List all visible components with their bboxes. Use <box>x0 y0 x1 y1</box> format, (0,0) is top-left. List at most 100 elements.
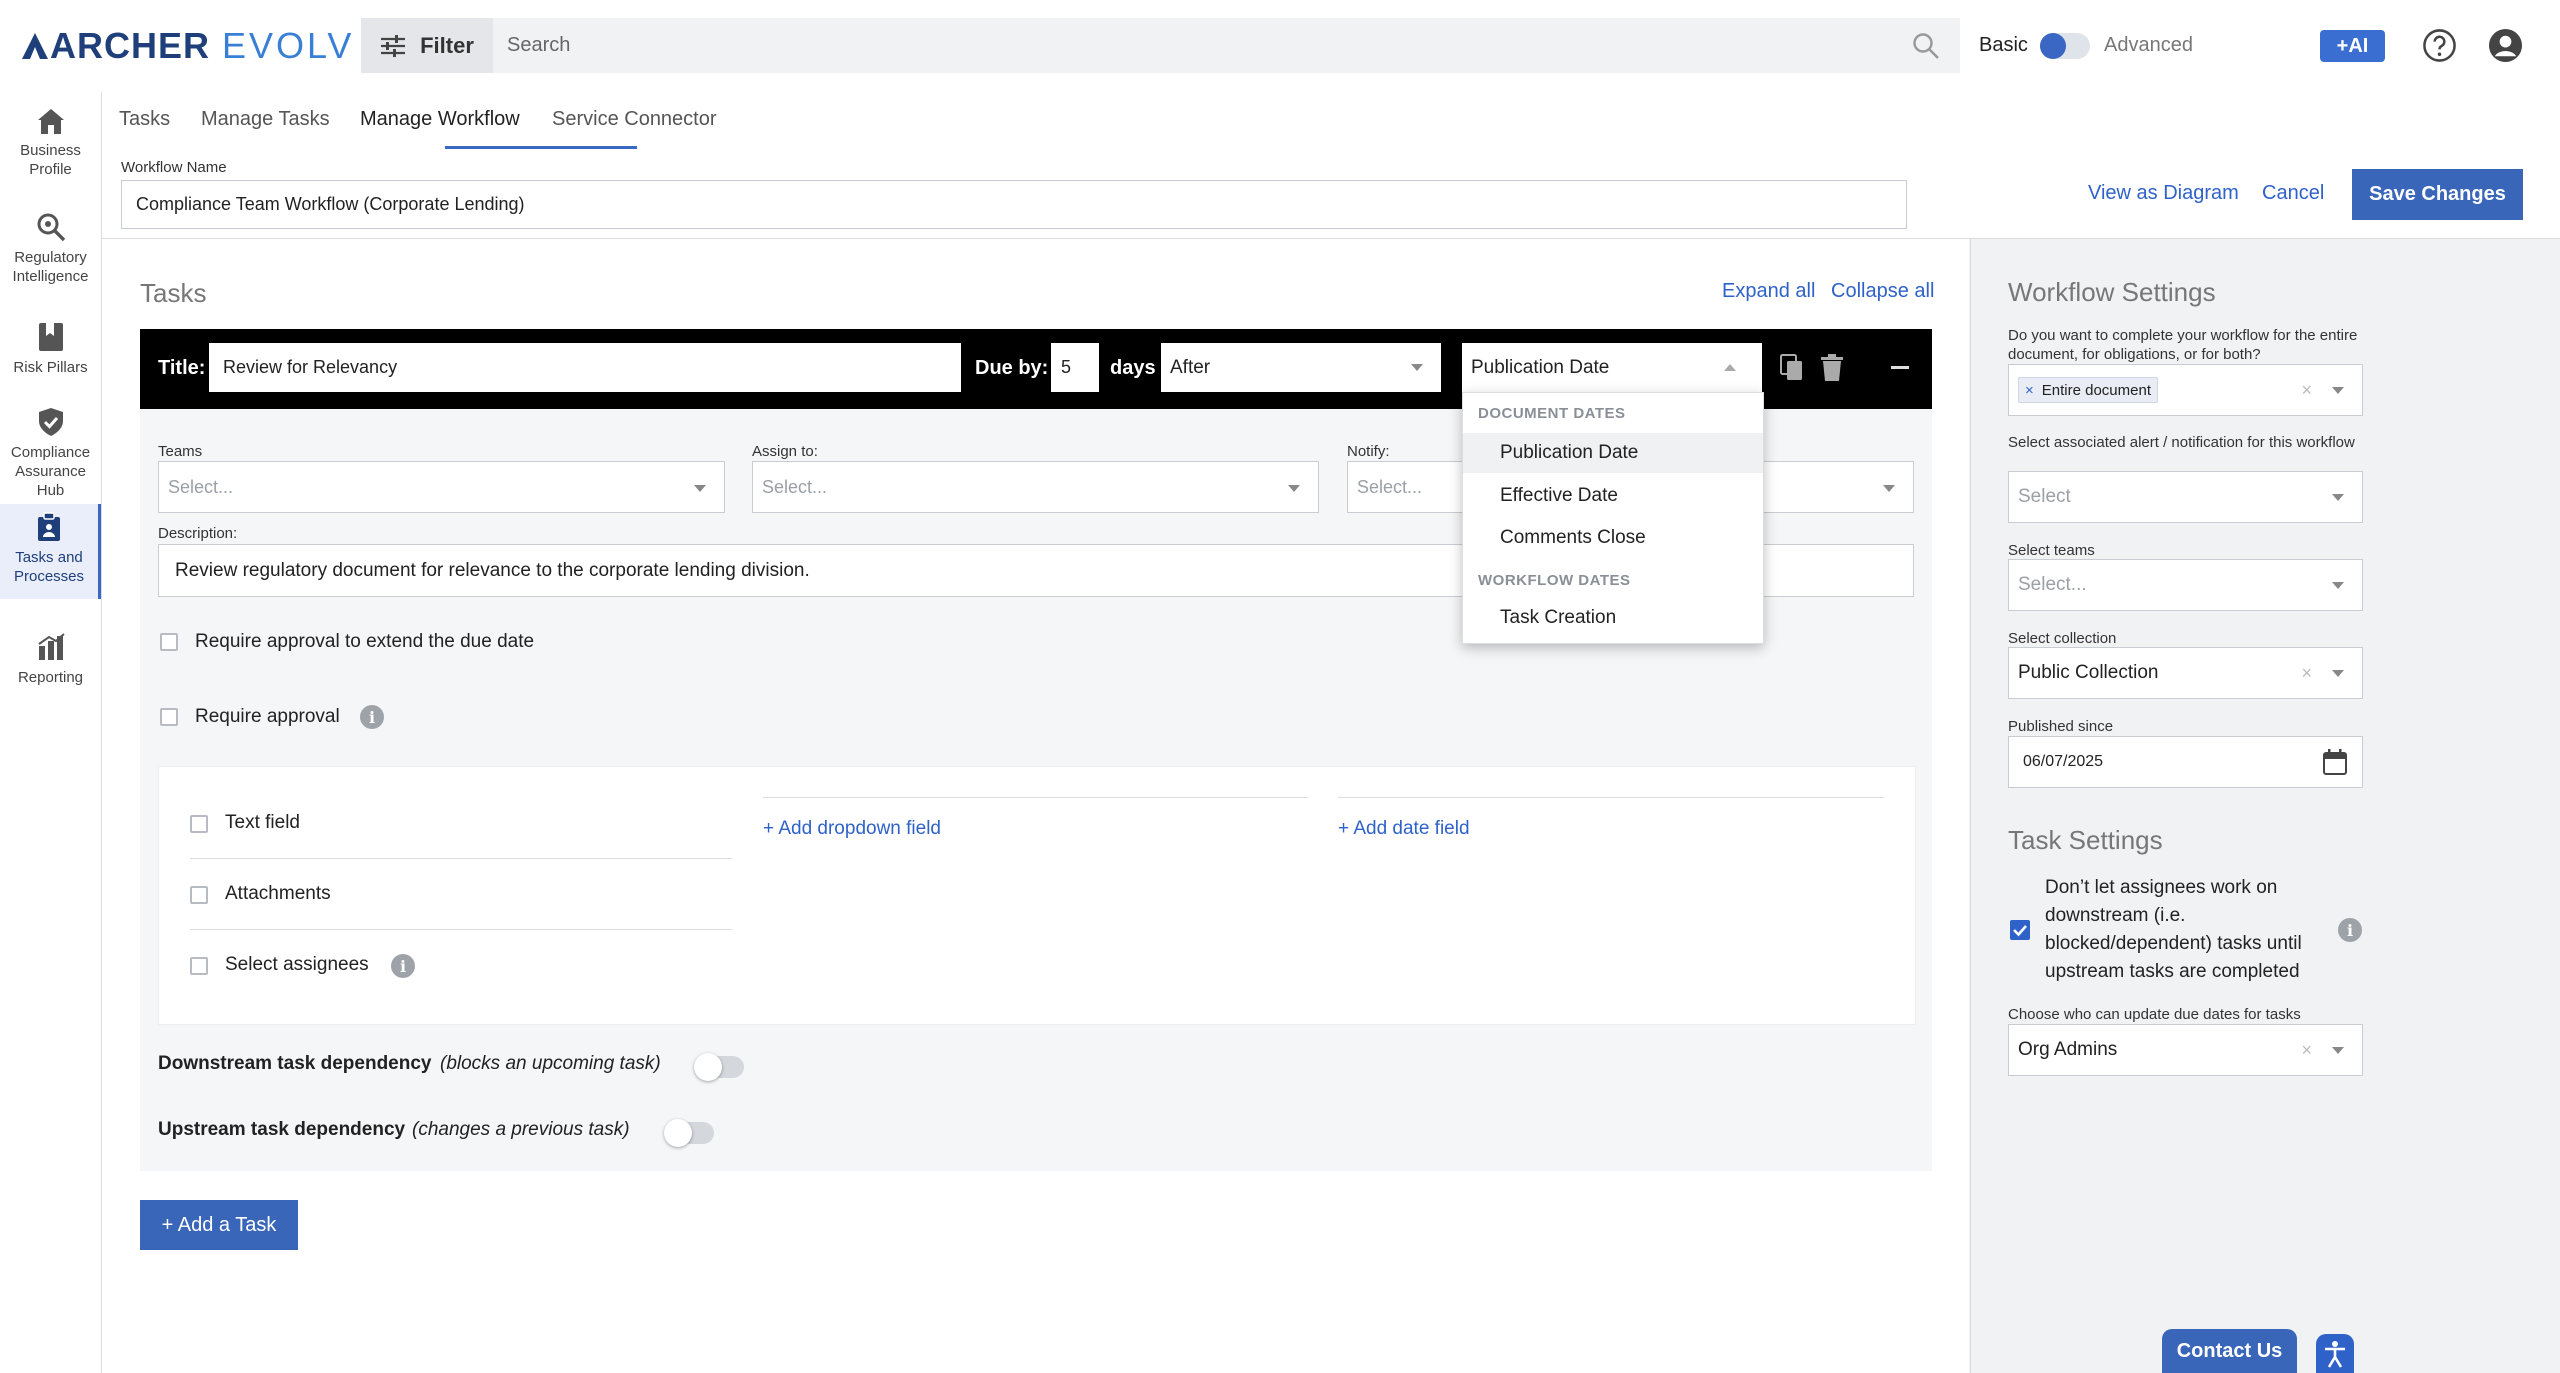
clear-icon[interactable]: × <box>2301 663 2312 684</box>
task-title-input[interactable]: Review for Relevancy <box>209 343 961 392</box>
add-task-button[interactable]: + Add a Task <box>140 1200 298 1250</box>
require-extend-label: Require approval to extend the due date <box>195 631 535 652</box>
after-before-value: After <box>1170 356 1211 378</box>
after-before-select[interactable]: After <box>1161 343 1441 392</box>
ai-label: +AI <box>2336 34 2369 57</box>
mode-toggle[interactable] <box>2040 33 2090 59</box>
info-icon[interactable]: i <box>391 954 415 978</box>
menu-item-task-creation[interactable]: Task Creation <box>1463 598 1763 638</box>
nav-label: Intelligence <box>12 268 89 285</box>
logo-mark-icon <box>22 33 48 59</box>
tab-manage-tasks[interactable]: Manage Tasks <box>201 108 330 131</box>
contact-us-label: Contact Us <box>2176 1339 2283 1362</box>
clear-icon[interactable]: × <box>2301 380 2312 401</box>
contact-us-button[interactable]: Contact Us <box>2162 1329 2297 1373</box>
nav-reporting[interactable]: Reporting <box>0 632 101 712</box>
due-days-value: 5 <box>1061 357 1072 377</box>
accessibility-button[interactable] <box>2316 1334 2354 1373</box>
task-title-value: Review for Relevancy <box>223 357 398 377</box>
nav-label: Hub <box>36 482 65 499</box>
menu-item-label: Effective Date <box>1500 485 1618 506</box>
nav-label: Risk Pillars <box>13 359 88 376</box>
info-icon[interactable]: i <box>360 705 384 729</box>
due-update-select[interactable]: Org Admins × <box>2008 1024 2363 1076</box>
calendar-icon[interactable] <box>2322 749 2348 776</box>
tab-tasks[interactable]: Tasks <box>119 108 170 131</box>
published-since-input[interactable]: 06/07/2025 <box>2008 736 2363 788</box>
downstream-dependency-toggle[interactable] <box>694 1053 744 1081</box>
teams-select[interactable]: Select... <box>158 461 725 513</box>
upstream-dependency-label: Upstream task dependency <box>158 1119 406 1140</box>
workflow-settings-heading: Workflow Settings <box>2008 277 2216 307</box>
select-teams-select[interactable]: Select... <box>2008 559 2363 611</box>
assign-to-select[interactable]: Select... <box>752 461 1319 513</box>
divider <box>190 858 732 859</box>
collapse-all-link[interactable]: Collapse all <box>1831 280 1934 303</box>
ai-button[interactable]: +AI <box>2320 30 2385 62</box>
chevron-up-icon <box>1724 364 1736 371</box>
cancel-link[interactable]: Cancel <box>2262 182 2324 205</box>
require-approval-checkbox[interactable] <box>160 708 178 726</box>
menu-item-publication-date[interactable]: Publication Date <box>1463 433 1763 473</box>
bookmark-icon <box>38 323 63 351</box>
nav-risk-pillars[interactable]: Risk Pillars <box>0 322 101 402</box>
workflow-scope-select[interactable]: × Entire document × <box>2008 364 2363 416</box>
search-placeholder: Search <box>507 34 571 56</box>
select-assignees-checkbox[interactable] <box>190 957 208 975</box>
expand-all-link[interactable]: Expand all <box>1722 280 1815 303</box>
mode-basic-label[interactable]: Basic <box>1979 34 2028 57</box>
tab-manage-workflow[interactable]: Manage Workflow <box>360 108 520 131</box>
teams-placeholder: Select... <box>168 476 234 497</box>
collapse-task-icon[interactable] <box>1891 366 1909 369</box>
description-label: Description: <box>158 525 238 542</box>
workflow-scope-label: Do you want to complete your workflow fo… <box>2008 327 2358 363</box>
clipboard-icon <box>38 512 60 541</box>
nav-regulatory-intelligence[interactable]: Regulatory Intelligence <box>0 212 101 307</box>
mode-advanced-label[interactable]: Advanced <box>2104 34 2193 57</box>
remove-chip-icon[interactable]: × <box>2025 382 2034 399</box>
trash-icon[interactable] <box>1821 354 1843 381</box>
require-extend-checkbox[interactable] <box>160 633 178 651</box>
archer-evolv-logo[interactable]: ARCHER EVOLV <box>20 25 354 66</box>
collection-value: Public Collection <box>2018 662 2159 683</box>
nav-tasks-and-processes[interactable]: Tasks and Processes <box>0 504 101 599</box>
select-collection-select[interactable]: Public Collection × <box>2008 647 2363 699</box>
nav-business-profile[interactable]: Business Profile <box>0 107 101 202</box>
date-reference-select[interactable]: Publication Date <box>1462 343 1762 392</box>
menu-item-comments-close[interactable]: Comments Close <box>1463 518 1763 558</box>
text-field-checkbox[interactable] <box>190 815 208 833</box>
checkmark-icon <box>2013 925 2027 937</box>
filter-button[interactable]: Filter <box>361 18 493 73</box>
block-downstream-checkbox[interactable] <box>2010 920 2030 940</box>
tab-service-connector[interactable]: Service Connector <box>552 108 717 131</box>
search-input[interactable]: Search <box>493 18 1960 73</box>
alert-select[interactable]: Select <box>2008 471 2363 523</box>
due-by-label: Due by: <box>975 357 1049 379</box>
copy-icon[interactable] <box>1780 354 1804 382</box>
view-as-diagram-link[interactable]: View as Diagram <box>2088 182 2239 205</box>
nav-label: Assurance <box>15 463 86 480</box>
logo-text-archer: ARCHER <box>50 25 211 66</box>
menu-group-document-dates: DOCUMENT DATES <box>1478 405 1626 422</box>
clear-icon[interactable]: × <box>2301 1040 2312 1061</box>
help-icon[interactable] <box>2422 28 2457 63</box>
due-days-input[interactable]: 5 <box>1051 343 1099 392</box>
nav-label: Processes <box>13 568 85 585</box>
search-icon[interactable] <box>1912 32 1940 60</box>
add-date-field-link[interactable]: + Add date field <box>1338 818 1470 840</box>
bar-chart-icon <box>37 633 65 660</box>
nav-compliance-assurance-hub[interactable]: Compliance Assurance Hub <box>0 407 101 517</box>
divider <box>190 929 732 930</box>
select-teams-label: Select teams <box>2008 542 2095 559</box>
menu-item-effective-date[interactable]: Effective Date <box>1463 476 1763 516</box>
attachments-checkbox[interactable] <box>190 886 208 904</box>
workflow-name-row: Workflow Name Compliance Team Workflow (… <box>102 150 2560 239</box>
add-dropdown-field-link[interactable]: + Add dropdown field <box>763 818 941 840</box>
upstream-dependency-toggle[interactable] <box>664 1119 714 1147</box>
home-icon <box>37 109 64 134</box>
scope-chip[interactable]: × Entire document <box>2018 377 2158 403</box>
user-account-icon[interactable] <box>2488 28 2523 63</box>
workflow-name-input[interactable]: Compliance Team Workflow (Corporate Lend… <box>121 180 1907 229</box>
save-changes-button[interactable]: Save Changes <box>2352 169 2523 220</box>
info-icon[interactable]: i <box>2338 918 2362 942</box>
